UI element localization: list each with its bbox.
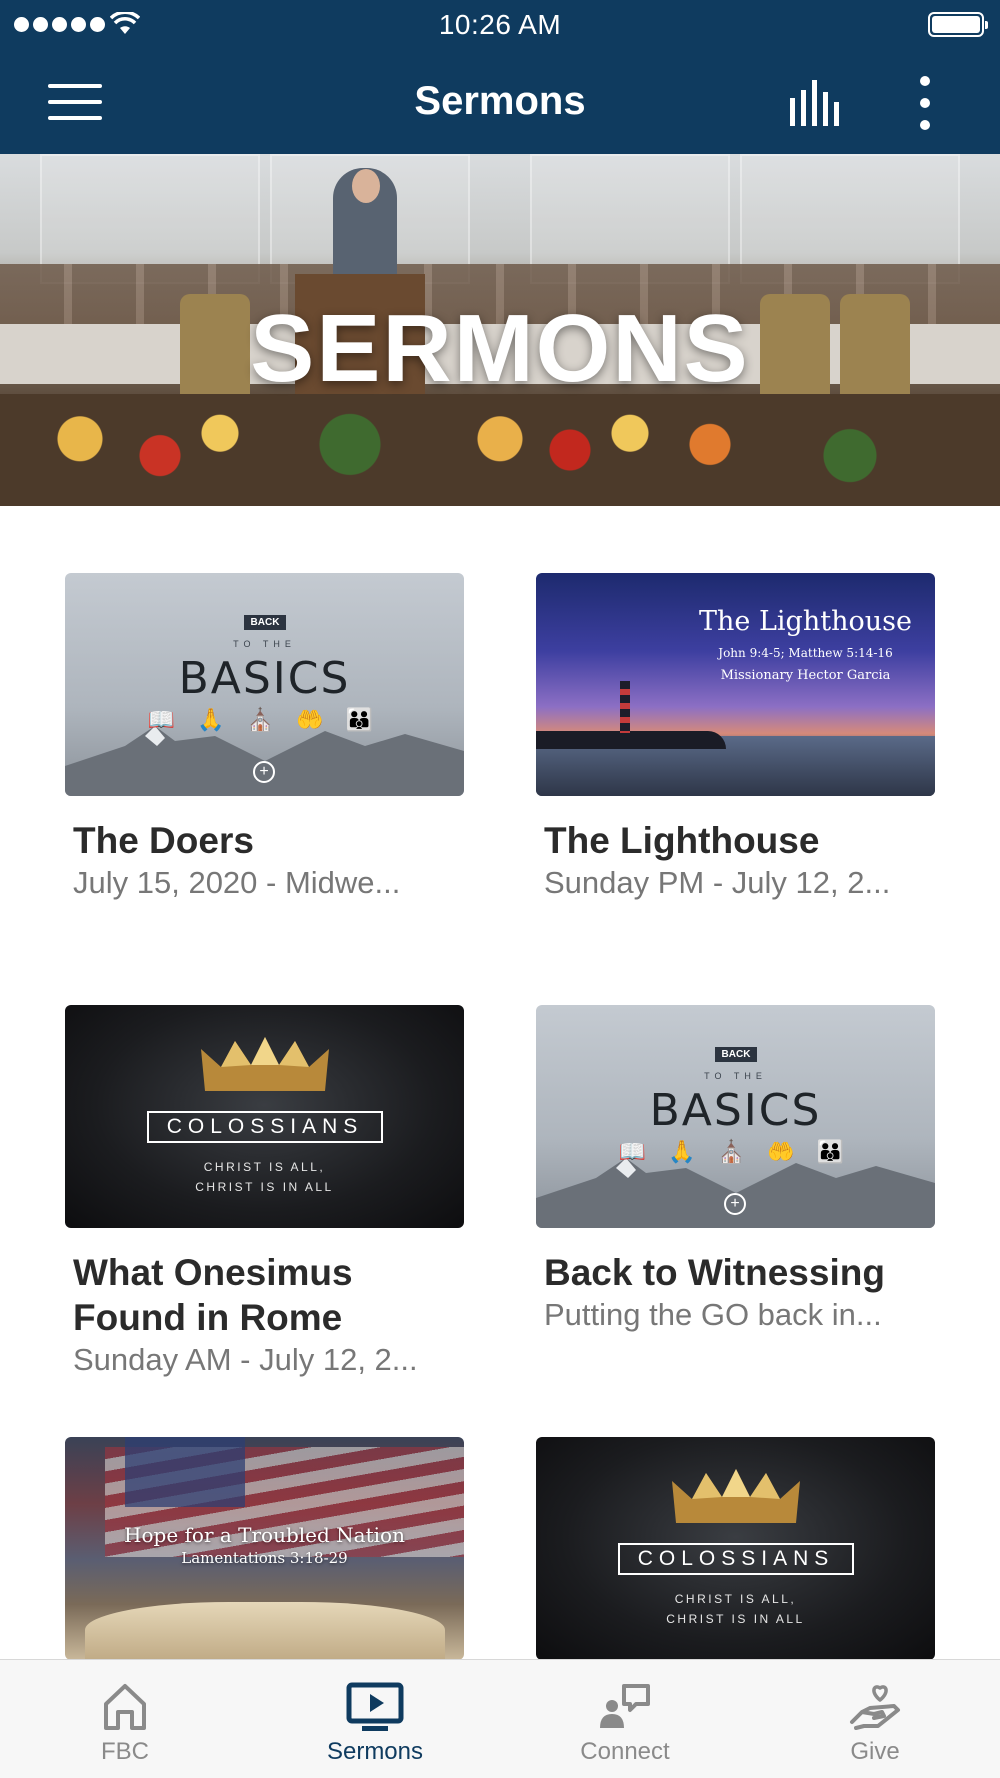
sermon-thumbnail[interactable]: BACK TO THE BASICS 📖 🙏 ⛪ 🤲 👪 + [65, 573, 464, 796]
tab-give[interactable]: Give [750, 1660, 1000, 1778]
sermon-title: What Onesimus Found in Rome [73, 1252, 353, 1338]
series-badge: BACK [715, 1047, 757, 1062]
series-icons: 📖 🙏 ⛪ 🤲 👪 [618, 1139, 853, 1164]
tv-play-icon [346, 1682, 404, 1731]
series-title: COLOSSIANS [147, 1111, 383, 1143]
sermon-thumbnail[interactable]: COLOSSIANS CHRIST IS ALL, CHRIST IS IN A… [536, 1437, 935, 1660]
series-tagline: CHRIST IS ALL, CHRIST IS IN ALL [195, 1160, 334, 1194]
status-bar: 10:26 AM [0, 0, 1000, 50]
sermon-title: Back to Witnessing [544, 1252, 885, 1293]
home-icon [104, 1684, 146, 1730]
sermon-subtitle: July 15, 2020 - Midwe... [73, 865, 401, 900]
bottom-tab-bar: FBC Sermons Connect Give [0, 1659, 1000, 1778]
thumb-scripture: Lamentations 3:18-29 [181, 1549, 348, 1567]
series-title: BASICS [649, 1085, 822, 1136]
series-badge: BACK [244, 615, 286, 630]
tab-label: Connect [580, 1738, 670, 1765]
tab-label: Sermons [326, 1738, 424, 1765]
sermon-thumbnail[interactable]: BACK TO THE BASICS 📖 🙏 ⛪ 🤲 👪 + [536, 1005, 935, 1228]
sermon-card[interactable]: BACK TO THE BASICS 📖 🙏 ⛪ 🤲 👪 + Back to W… [536, 1005, 935, 1335]
status-time: 10:26 AM [438, 9, 562, 40]
sermon-title: The Lighthouse [544, 820, 820, 861]
series-icons: 📖 🙏 ⛪ 🤲 👪 [147, 707, 382, 732]
give-icon [850, 1685, 900, 1730]
plus-circle-icon: + [724, 1193, 746, 1215]
sermon-subtitle: Sunday PM - July 12, 2... [544, 865, 891, 900]
sermon-card[interactable]: BACK TO THE BASICS 📖 🙏 ⛪ 🤲 👪 + The Doers… [65, 573, 464, 903]
top-bar: 10:26 AM Sermons [0, 0, 1000, 154]
battery-icon [928, 12, 988, 37]
series-subtitle: TO THE [704, 1071, 767, 1081]
tab-label: FBC [101, 1738, 149, 1765]
sermon-thumbnail[interactable]: COLOSSIANS CHRIST IS ALL, CHRIST IS IN A… [65, 1005, 464, 1228]
series-subtitle: TO THE [233, 639, 296, 649]
series-tagline: CHRIST IS ALL, CHRIST IS IN ALL [666, 1592, 805, 1626]
connect-icon [600, 1684, 650, 1728]
sermon-thumbnail[interactable]: The Lighthouse John 9:4-5; Matthew 5:14-… [536, 573, 935, 796]
sermon-card[interactable]: Hope for a Troubled Nation Lamentations … [65, 1437, 464, 1660]
thumb-title: Hope for a Troubled Nation [124, 1523, 405, 1547]
sermon-subtitle: Putting the GO back in... [544, 1297, 882, 1332]
hero-banner: SERMONS [0, 154, 1000, 506]
sermon-card[interactable]: The Lighthouse John 9:4-5; Matthew 5:14-… [536, 573, 935, 903]
series-title: BASICS [178, 653, 351, 704]
sermon-thumbnail[interactable]: Hope for a Troubled Nation Lamentations … [65, 1437, 464, 1660]
more-options-icon[interactable] [910, 76, 940, 130]
tab-label: Give [850, 1738, 900, 1765]
hero-title: SERMONS [250, 295, 750, 402]
open-bible-image [85, 1602, 445, 1660]
thumb-title: The Lighthouse [699, 606, 912, 637]
thumb-scripture: John 9:4-5; Matthew 5:14-16 [718, 646, 893, 660]
tab-fbc[interactable]: FBC [0, 1660, 250, 1778]
crown-icon [201, 1037, 329, 1091]
sermon-subtitle: Sunday AM - July 12, 2... [73, 1342, 418, 1377]
lighthouse-image [620, 681, 630, 733]
tab-connect[interactable]: Connect [500, 1660, 750, 1778]
thumb-speaker: Missionary Hector Garcia [720, 668, 891, 683]
tab-sermons[interactable]: Sermons [250, 1660, 500, 1778]
series-title: COLOSSIANS [618, 1543, 854, 1575]
page-title: Sermons [414, 79, 586, 123]
sermon-title: The Doers [73, 820, 254, 861]
sermon-card[interactable]: COLOSSIANS CHRIST IS ALL, CHRIST IS IN A… [65, 1005, 464, 1380]
crown-icon [672, 1469, 800, 1523]
plus-circle-icon: + [253, 761, 275, 783]
audio-bars-icon[interactable] [788, 80, 846, 126]
sermon-card[interactable]: COLOSSIANS CHRIST IS ALL, CHRIST IS IN A… [536, 1437, 935, 1660]
